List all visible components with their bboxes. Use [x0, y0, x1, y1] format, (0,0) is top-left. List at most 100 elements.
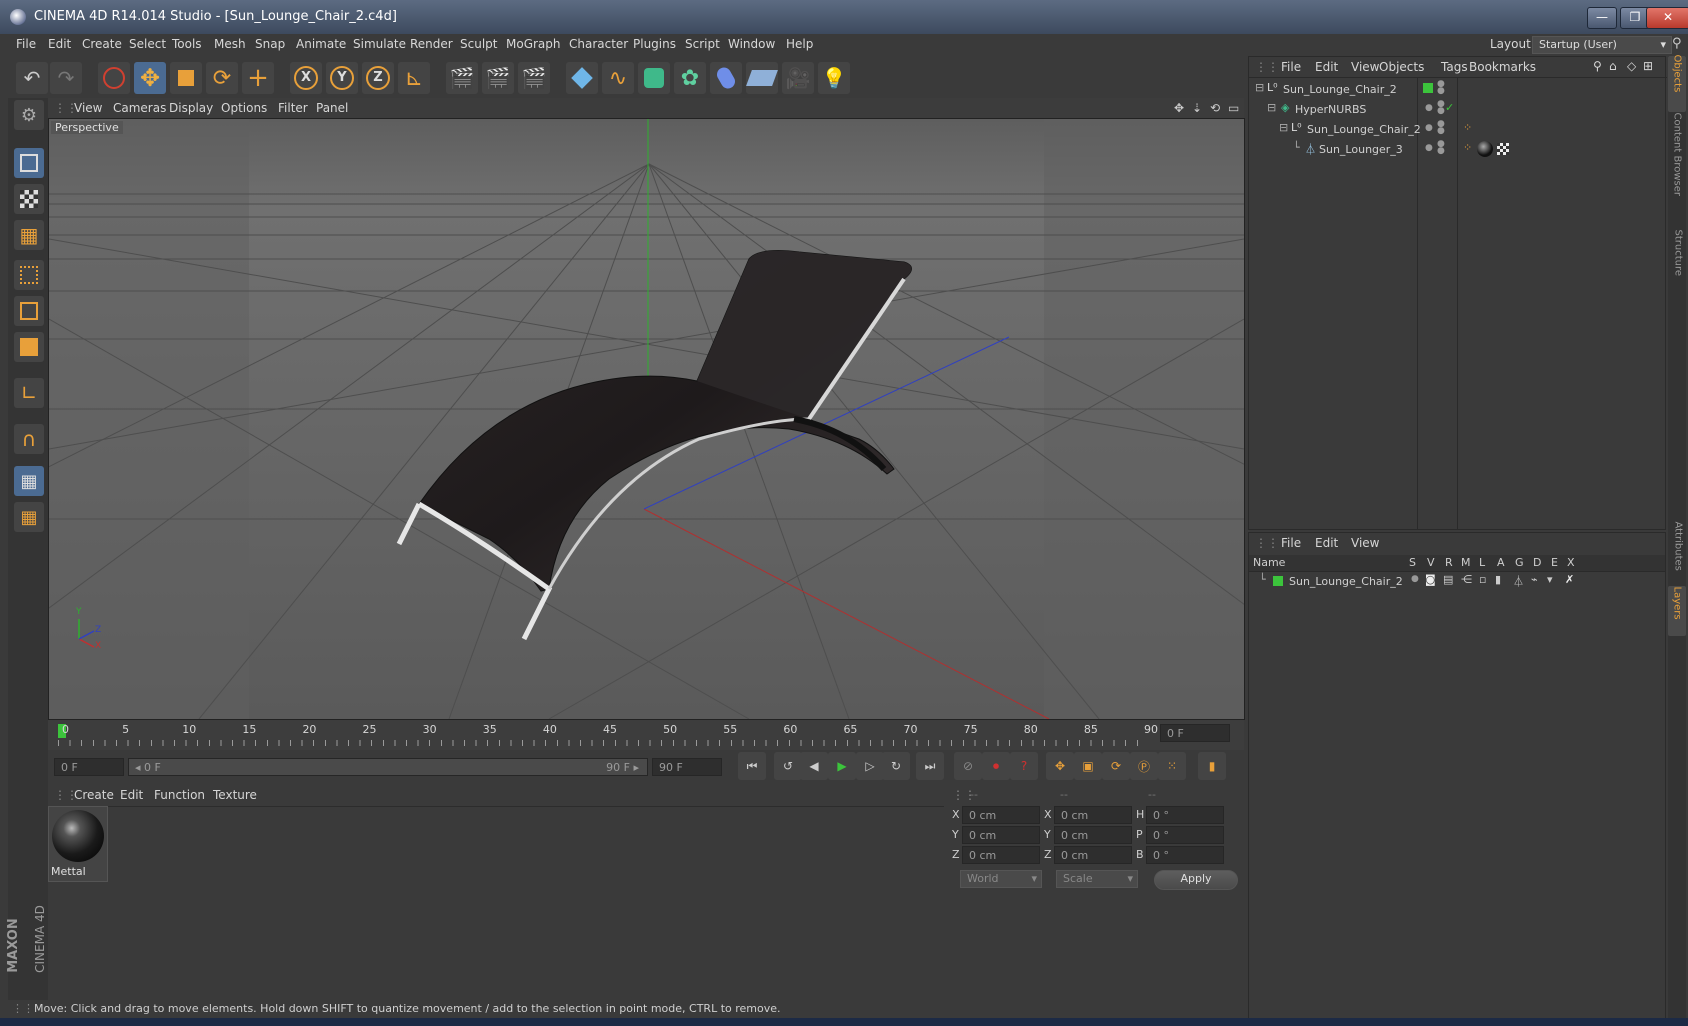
- edges-mode-button[interactable]: [14, 296, 44, 326]
- material-menu-texture[interactable]: Texture: [213, 788, 257, 802]
- key-scale-button[interactable]: ▣: [1074, 752, 1102, 780]
- perspective-viewport[interactable]: Perspective Y X Z: [48, 118, 1245, 720]
- add-camera-button[interactable]: 🎥: [782, 62, 814, 94]
- collapse-icon[interactable]: ◇: [1627, 59, 1636, 73]
- collapse-toggle-icon[interactable]: ⊟: [1267, 101, 1276, 114]
- recent-tool-button[interactable]: +: [242, 62, 274, 94]
- add-cube-button[interactable]: [566, 62, 598, 94]
- column-deformers[interactable]: D: [1533, 556, 1541, 569]
- drag-handle-icon[interactable]: ⋮⋮: [1255, 536, 1279, 550]
- timeline-ruler[interactable]: 0 5 10 15 20 25 30 35 40 45 50 55 60 65 70 75 80 85 90 0 F: [48, 720, 1244, 750]
- model-mode-button[interactable]: [14, 148, 44, 178]
- visibility-dots-icon[interactable]: ● ●: [1437, 100, 1445, 116]
- menu-file[interactable]: File: [16, 37, 36, 51]
- texture-mode-button[interactable]: [14, 184, 44, 214]
- column-xref[interactable]: X: [1567, 556, 1575, 569]
- menu-window[interactable]: Window: [728, 37, 775, 51]
- render-picture-viewer-button[interactable]: 🎬: [482, 62, 514, 94]
- pos-x-field[interactable]: 0 cm: [962, 806, 1040, 824]
- scale-tool-button[interactable]: [170, 62, 202, 94]
- go-to-start-button[interactable]: ⏮: [738, 752, 766, 780]
- next-frame-button[interactable]: ▷: [856, 752, 884, 780]
- play-button[interactable]: ▶: [828, 752, 856, 780]
- tab-content-browser[interactable]: Content Browser: [1668, 113, 1686, 224]
- key-pla-button[interactable]: ⁙: [1158, 752, 1186, 780]
- viewport-menu-filter[interactable]: Filter: [278, 101, 308, 115]
- viewport-menu-panel[interactable]: Panel: [316, 101, 348, 115]
- menu-tools[interactable]: Tools: [172, 37, 202, 51]
- visibility-dot-icon[interactable]: ●: [1425, 123, 1433, 133]
- rot-p-field[interactable]: 0 °: [1146, 826, 1224, 844]
- menu-sculpt[interactable]: Sculpt: [460, 37, 497, 51]
- phong-tag-icon[interactable]: ⁘: [1463, 121, 1472, 134]
- rot-b-field[interactable]: 0 °: [1146, 846, 1224, 864]
- pos-z-field[interactable]: 0 cm: [962, 846, 1040, 864]
- column-locked[interactable]: L: [1479, 556, 1485, 569]
- objects-menu-tags[interactable]: Tags: [1441, 60, 1468, 74]
- render-icon[interactable]: ▤: [1443, 573, 1453, 586]
- viewport-menu-view[interactable]: View: [74, 101, 102, 115]
- snap-button[interactable]: ∩: [14, 424, 44, 454]
- column-manager[interactable]: M: [1461, 556, 1471, 569]
- coordinate-space-dropdown[interactable]: World ▾: [960, 870, 1042, 888]
- objects-menu-view[interactable]: View: [1351, 60, 1379, 74]
- add-light-button[interactable]: 💡: [818, 62, 850, 94]
- objects-menu-edit[interactable]: Edit: [1315, 60, 1338, 74]
- z-axis-button[interactable]: Z: [362, 62, 394, 94]
- xref-icon[interactable]: ✗: [1565, 573, 1574, 586]
- column-expressions[interactable]: E: [1551, 556, 1558, 569]
- menu-script[interactable]: Script: [685, 37, 720, 51]
- uvw-tag-icon[interactable]: [1497, 143, 1509, 155]
- apply-button[interactable]: Apply: [1154, 870, 1238, 890]
- object-row[interactable]: └ ⏃ Sun_Lounger_3 ● ● ● ⁘: [1249, 140, 1665, 161]
- key-position-button[interactable]: ✥: [1046, 752, 1074, 780]
- object-row[interactable]: ⊟ L⁰ Sun_Lounge_Chair_2 ● ● ● ⁘: [1249, 120, 1665, 141]
- object-row[interactable]: ⊟ ◈ HyperNURBS ● ● ● ✓: [1249, 100, 1665, 121]
- next-key-button[interactable]: ↻: [882, 752, 910, 780]
- menu-snap[interactable]: Snap: [255, 37, 285, 51]
- menu-edit[interactable]: Edit: [48, 37, 71, 51]
- planar-workplane-button[interactable]: ▦: [14, 502, 44, 532]
- size-z-field[interactable]: 0 cm: [1054, 846, 1132, 864]
- minimize-button[interactable]: —: [1587, 7, 1617, 29]
- points-mode-button[interactable]: [14, 260, 44, 290]
- viewport-menu-options[interactable]: Options: [221, 101, 267, 115]
- live-selection-button[interactable]: [98, 62, 130, 94]
- undo-button[interactable]: ↶: [16, 62, 48, 94]
- column-render[interactable]: R: [1445, 556, 1453, 569]
- column-generators[interactable]: G: [1515, 556, 1524, 569]
- layers-menu-view[interactable]: View: [1351, 536, 1379, 550]
- visibility-dot-icon[interactable]: ●: [1425, 143, 1433, 153]
- generator-icon[interactable]: ⏃: [1513, 573, 1524, 589]
- deformer-icon[interactable]: ⌁: [1531, 573, 1538, 586]
- visibility-dots-icon[interactable]: ● ●: [1437, 80, 1445, 96]
- close-button[interactable]: ✕: [1646, 7, 1688, 29]
- render-settings-button[interactable]: 🎬: [518, 62, 550, 94]
- viewport-menu-display[interactable]: Display: [169, 101, 213, 115]
- menu-simulate[interactable]: Simulate: [353, 37, 406, 51]
- x-axis-button[interactable]: X: [290, 62, 322, 94]
- objects-menu-bookmarks[interactable]: Bookmarks: [1469, 60, 1536, 74]
- current-frame-field[interactable]: 0 F: [1160, 724, 1230, 742]
- size-y-field[interactable]: 0 cm: [1054, 826, 1132, 844]
- new-window-icon[interactable]: ⊞: [1643, 59, 1653, 73]
- menu-select[interactable]: Select: [129, 37, 166, 51]
- frame-range-slider[interactable]: ◂ 0 F 90 F ▸: [128, 758, 648, 776]
- size-x-field[interactable]: 0 cm: [1054, 806, 1132, 824]
- move-tool-button[interactable]: ✥: [134, 62, 166, 94]
- collapse-toggle-icon[interactable]: ⊟: [1279, 121, 1288, 134]
- key-rotation-button[interactable]: ⟳: [1102, 752, 1130, 780]
- orbit-icon[interactable]: ⟲: [1210, 101, 1220, 115]
- material-tag-icon[interactable]: [1477, 141, 1493, 157]
- menu-mesh[interactable]: Mesh: [214, 37, 246, 51]
- layout-dropdown[interactable]: Startup (User) ▾: [1532, 36, 1672, 54]
- menu-render[interactable]: Render: [410, 37, 453, 51]
- column-solo[interactable]: S: [1409, 556, 1416, 569]
- redo-button[interactable]: ↷: [50, 62, 82, 94]
- menu-character[interactable]: Character: [569, 37, 628, 51]
- layers-menu-edit[interactable]: Edit: [1315, 536, 1338, 550]
- viewport-menu-cameras[interactable]: Cameras: [113, 101, 166, 115]
- column-name[interactable]: Name: [1253, 556, 1285, 569]
- tab-layers[interactable]: Layers: [1668, 586, 1686, 636]
- add-deformer-button[interactable]: [710, 62, 742, 94]
